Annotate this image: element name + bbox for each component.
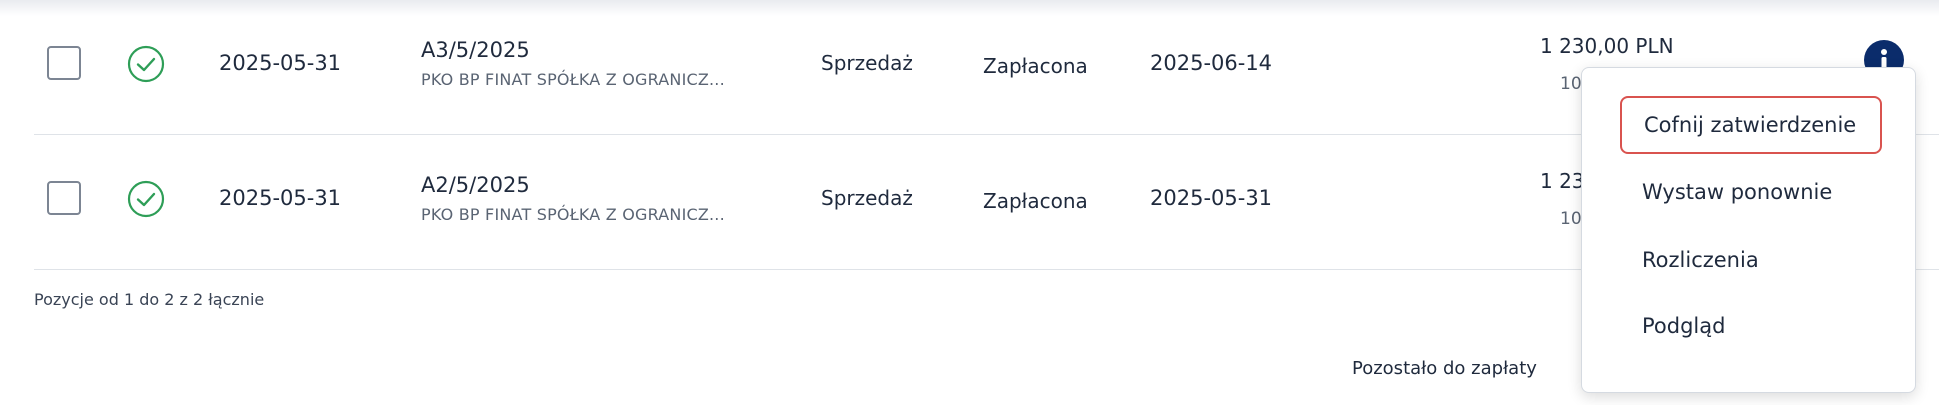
menu-item-podglad[interactable]: Podgląd	[1620, 297, 1882, 355]
check-circle-icon	[127, 180, 165, 218]
net-amount: 10	[1560, 209, 1582, 229]
invoice-list: 2025-05-31 A3/5/2025 PKO BP FINAT SPÓŁKA…	[0, 0, 1939, 405]
row-checkbox[interactable]	[47, 181, 81, 215]
check-circle-icon	[127, 45, 165, 83]
invoice-number[interactable]: A3/5/2025	[421, 38, 530, 62]
gross-amount: 1 23	[1540, 169, 1585, 193]
document-type: Sprzedaż	[821, 51, 913, 75]
payment-status: Zapłacona	[983, 54, 1088, 78]
document-type: Sprzedaż	[821, 186, 913, 210]
due-date: 2025-06-14	[1150, 51, 1273, 75]
pagination-summary: Pozycje od 1 do 2 z 2 łącznie	[34, 290, 265, 309]
due-date: 2025-05-31	[1150, 186, 1273, 210]
client-name: PKO BP FINAT SPÓŁKA Z OGRANICZ...	[421, 205, 725, 224]
issue-date: 2025-05-31	[219, 186, 342, 210]
payment-status: Zapłacona	[983, 189, 1088, 213]
menu-item-wystaw-ponownie[interactable]: Wystaw ponownie	[1620, 163, 1882, 221]
remaining-to-pay-label: Pozostało do zapłaty	[1352, 358, 1537, 379]
issue-date: 2025-05-31	[219, 51, 342, 75]
menu-item-cofnij-zatwierdzenie[interactable]: Cofnij zatwierdzenie	[1620, 96, 1882, 154]
invoice-number[interactable]: A2/5/2025	[421, 173, 530, 197]
row-context-menu: Cofnij zatwierdzenie Wystaw ponownie Roz…	[1581, 67, 1916, 393]
menu-item-rozliczenia[interactable]: Rozliczenia	[1620, 231, 1882, 289]
row-checkbox[interactable]	[47, 46, 81, 80]
gross-amount: 1 230,00 PLN	[1540, 34, 1674, 58]
net-amount: 10	[1560, 74, 1582, 94]
client-name: PKO BP FINAT SPÓŁKA Z OGRANICZ...	[421, 70, 725, 89]
